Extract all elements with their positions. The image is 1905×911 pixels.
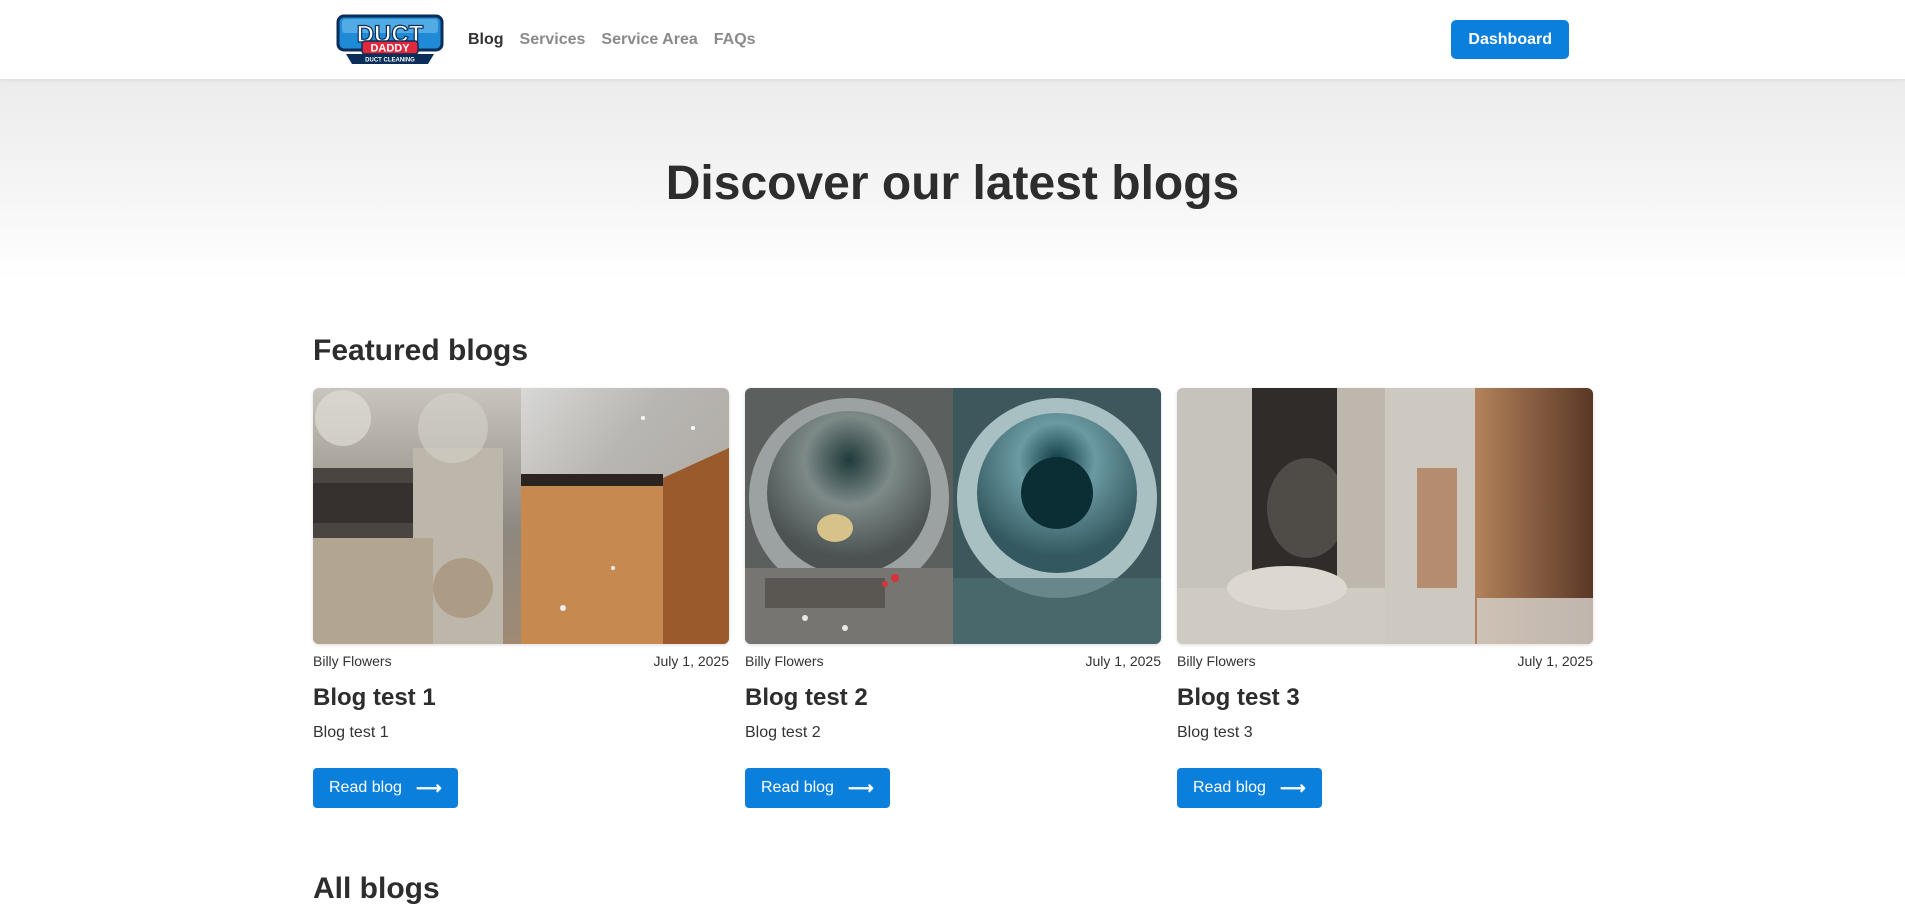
header-container: DUCT DADDY DUCT CLEANING Blog Services S… [336, 0, 1569, 80]
hero-section: Discover our latest blogs [0, 80, 1905, 280]
arrow-right-icon: ⟶ [847, 778, 874, 798]
blog-card-1-meta: Billy Flowers July 1, 2025 [313, 653, 729, 669]
blog-card-1-author: Billy Flowers [313, 653, 392, 669]
blog-card-2-read-button[interactable]: Read blog ⟶ [745, 768, 890, 808]
arrow-right-icon: ⟶ [415, 778, 442, 798]
duct-daddy-logo[interactable]: DUCT DADDY DUCT CLEANING [336, 14, 444, 66]
site-header: DUCT DADDY DUCT CLEANING Blog Services S… [0, 0, 1905, 80]
blog-card-3-date: July 1, 2025 [1517, 653, 1594, 669]
blog-card-3-excerpt: Blog test 3 [1177, 724, 1253, 741]
nav-blog[interactable]: Blog [468, 31, 504, 49]
logo-text-tagline: DUCT CLEANING [365, 58, 415, 64]
blog-card-3-read-button[interactable]: Read blog ⟶ [1177, 768, 1322, 808]
blog-card-2: Billy Flowers July 1, 2025 Blog test 2 B… [745, 388, 1161, 808]
blog-card-2-title[interactable]: Blog test 2 [745, 684, 1161, 712]
blog-card-1-title[interactable]: Blog test 1 [313, 684, 729, 712]
blog-card-2-date: July 1, 2025 [1085, 653, 1162, 669]
nav-services[interactable]: Services [520, 31, 586, 49]
read-blog-label: Read blog [329, 779, 402, 796]
blog-card-1-image[interactable] [313, 388, 729, 644]
arrow-right-icon: ⟶ [1279, 778, 1306, 798]
all-blogs-title: All blogs [313, 872, 440, 905]
blog-card-1-read-button[interactable]: Read blog ⟶ [313, 768, 458, 808]
blog-card-3-meta: Billy Flowers July 1, 2025 [1177, 653, 1593, 669]
read-blog-label: Read blog [1193, 779, 1266, 796]
blog-card-3: Billy Flowers July 1, 2025 Blog test 3 B… [1177, 388, 1593, 808]
blog-card-2-image[interactable] [745, 388, 1161, 644]
blog-card-3-author: Billy Flowers [1177, 653, 1256, 669]
featured-blogs-title: Featured blogs [313, 334, 529, 367]
blog-card-1: Billy Flowers July 1, 2025 Blog test 1 B… [313, 388, 729, 808]
blog-card-2-meta: Billy Flowers July 1, 2025 [745, 653, 1161, 669]
blog-card-1-excerpt: Blog test 1 [313, 724, 389, 741]
hero-title: Discover our latest blogs [665, 157, 1240, 210]
dashboard-button[interactable]: Dashboard [1451, 20, 1569, 59]
blog-card-3-title[interactable]: Blog test 3 [1177, 684, 1593, 712]
blog-card-3-image[interactable] [1177, 388, 1593, 644]
blog-card-2-excerpt: Blog test 2 [745, 724, 821, 741]
nav-faqs[interactable]: FAQs [714, 31, 756, 49]
main-nav: Blog Services Service Area FAQs [468, 0, 756, 80]
blog-card-1-date: July 1, 2025 [653, 653, 730, 669]
nav-service-area[interactable]: Service Area [601, 31, 697, 49]
read-blog-label: Read blog [761, 779, 834, 796]
logo-text-daddy: DADDY [370, 43, 410, 55]
blog-card-2-author: Billy Flowers [745, 653, 824, 669]
